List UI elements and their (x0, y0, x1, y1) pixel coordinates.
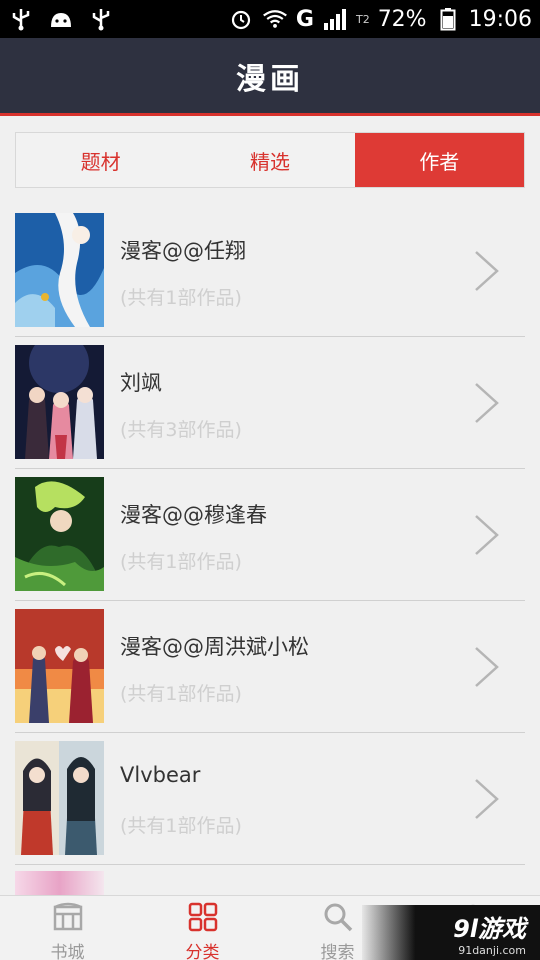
category-tabs: 题材 精选 作者 (15, 132, 525, 188)
author-list-item[interactable]: 漫客@@任翔 (共有1部作品) (15, 205, 525, 337)
author-name: Vlvbear (120, 763, 201, 787)
search-icon (322, 902, 354, 936)
watermark-logo: 9l游戏 91danji.com (362, 905, 540, 960)
author-name: 刘飒 (120, 371, 162, 395)
signal-badge: T2 (355, 12, 370, 26)
chevron-right-icon (473, 381, 501, 429)
author-thumbnail (15, 213, 104, 327)
author-thumbnail (15, 345, 104, 459)
work-count: (共有3部作品) (120, 419, 242, 441)
page-title: 漫画 (236, 61, 304, 97)
bookstore-icon (52, 902, 84, 936)
author-name: 漫客@@穆逢春 (120, 503, 267, 527)
alarm-icon (228, 6, 254, 32)
author-thumbnail (15, 871, 104, 895)
usb-icon (8, 6, 34, 32)
tab-label: 题材 (80, 149, 121, 174)
tab-author[interactable]: 作者 (354, 133, 524, 187)
nav-category[interactable]: 分类 (135, 896, 270, 960)
android-icon (48, 6, 74, 32)
author-thumbnail (15, 477, 104, 591)
work-count: (共有1部作品) (120, 287, 242, 309)
clock: 19:06 (468, 6, 532, 32)
category-icon (187, 902, 219, 936)
author-list-item[interactable]: 漫客@@周洪斌小松 (共有1部作品) (15, 601, 525, 733)
nav-bookstore[interactable]: 书城 (0, 896, 135, 960)
tab-featured[interactable]: 精选 (185, 133, 354, 187)
chevron-right-icon (473, 645, 501, 693)
wifi-icon (262, 6, 288, 32)
status-bar: G T2 72% 19:06 (0, 0, 540, 38)
author-list-item[interactable]: 漫客@@穆逢春 (共有1部作品) (15, 469, 525, 601)
watermark-text: 9l游戏 (453, 914, 526, 943)
author-name: 漫客@@任翔 (120, 239, 246, 263)
nav-label: 搜索 (320, 943, 355, 960)
battery-level: 72% (377, 6, 427, 32)
signal-icon (322, 6, 348, 32)
nav-label: 书城 (50, 943, 85, 960)
author-thumbnail (15, 741, 104, 855)
usb-icon (88, 6, 114, 32)
battery-icon (435, 6, 461, 32)
author-list: 漫客@@任翔 (共有1部作品) 刘飒 (共有3部作品) 漫客@@穆逢春 (共有1… (15, 205, 525, 895)
chevron-right-icon (473, 777, 501, 825)
tab-label: 作者 (419, 149, 460, 174)
app-header: 漫画 (0, 38, 540, 116)
chevron-right-icon (473, 249, 501, 297)
work-count: (共有1部作品) (120, 683, 242, 705)
work-count: (共有1部作品) (120, 551, 242, 573)
chevron-right-icon (473, 513, 501, 561)
author-list-item[interactable]: 刘飒 (共有3部作品) (15, 337, 525, 469)
author-list-item[interactable]: Vlvbear (共有1部作品) (15, 733, 525, 865)
tab-label: 精选 (249, 149, 290, 174)
author-thumbnail (15, 609, 104, 723)
watermark-url: 91danji.com (458, 943, 526, 957)
nav-label: 分类 (185, 943, 220, 960)
tab-topic[interactable]: 题材 (16, 133, 185, 187)
author-list-item[interactable] (15, 865, 525, 895)
work-count: (共有1部作品) (120, 815, 242, 837)
network-type: G (295, 6, 314, 32)
author-name: 漫客@@周洪斌小松 (120, 635, 309, 659)
